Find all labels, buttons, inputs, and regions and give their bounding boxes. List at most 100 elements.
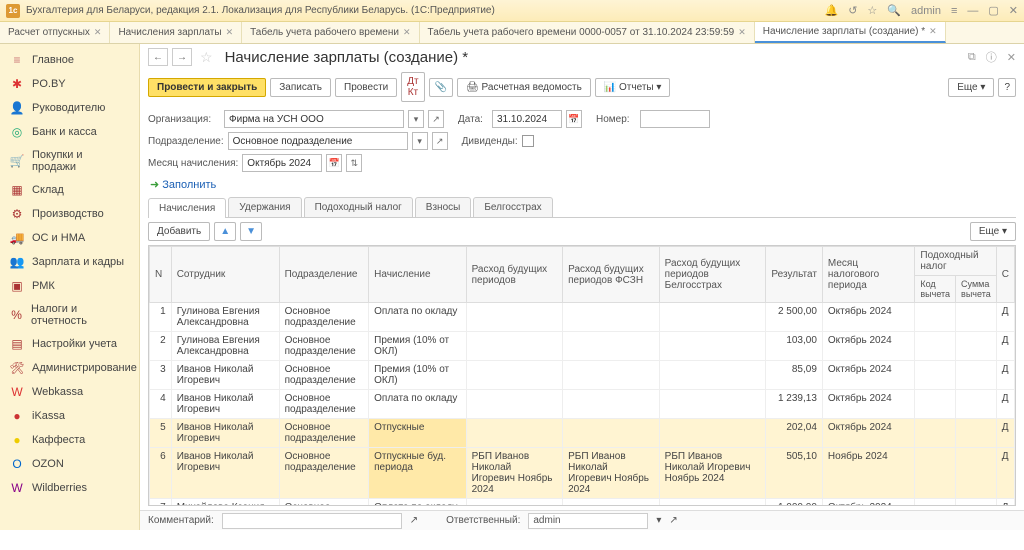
resp-field[interactable]: admin [528,513,648,529]
sidebar-item-11[interactable]: ▤Настройки учета [0,332,139,356]
reports-button[interactable]: 📊 Отчеты ▾ [595,78,671,97]
table-row[interactable]: 1Гулинова Евгения АлександровнаОсновное … [150,303,1015,332]
sidebar-item-14[interactable]: ●iKassa [0,404,139,428]
sidebar-item-3[interactable]: ◎Банк и касса [0,120,139,144]
subtab-1[interactable]: Удержания [228,197,301,217]
more-button[interactable]: Еще ▾ [948,78,994,97]
table-row[interactable]: 3Иванов Николай ИгоревичОсновное подразд… [150,361,1015,390]
star-icon[interactable]: ☆ [867,4,877,17]
dept-field[interactable]: Основное подразделение [228,132,408,150]
post-button[interactable]: Провести [335,78,397,97]
sidebar-item-17[interactable]: WWildberries [0,476,139,500]
col-fut-bgs[interactable]: Расход будущих периодов Белгосстрах [659,247,766,303]
dt-kt-button[interactable]: ДтКт [401,72,424,102]
accruals-table-wrap[interactable]: N Сотрудник Подразделение Начисление Рас… [148,245,1016,506]
form-help-button[interactable]: ? [998,78,1016,97]
col-tax-code[interactable]: Код вычета [915,276,956,303]
sidebar-item-9[interactable]: ▣РМК [0,274,139,298]
sidebar-item-6[interactable]: ⚙Производство [0,202,139,226]
col-accrual[interactable]: Начисление [369,247,466,303]
help-icon[interactable]: ⓘ [986,49,997,65]
subtab-3[interactable]: Взносы [415,197,472,217]
sidebar-item-5[interactable]: ▦Склад [0,178,139,202]
resp-dropdown-icon[interactable]: ▾ [656,515,661,526]
forward-button[interactable]: → [172,48,192,66]
table-more-button[interactable]: Еще ▾ [970,222,1016,241]
sidebar-item-8[interactable]: 👥Зарплата и кадры [0,250,139,274]
favorite-star-icon[interactable]: ☆ [200,49,213,66]
org-open-icon[interactable]: ↗ [428,110,444,128]
org-field[interactable]: Фирма на УСН ООО [224,110,404,128]
write-button[interactable]: Записать [270,78,331,97]
sidebar-item-0[interactable]: ≡Главное [0,48,139,72]
close-form-icon[interactable]: ✕ [1007,51,1016,64]
number-field[interactable] [640,110,710,128]
settings-icon[interactable]: ≡ [951,5,957,17]
post-close-button[interactable]: Провести и закрыть [148,78,266,97]
fill-link[interactable]: Заполнить [150,179,216,191]
history-icon[interactable]: ↺ [848,4,857,17]
col-tax[interactable]: Подоходный налог [915,247,996,276]
back-button[interactable]: ← [148,48,168,66]
date-field[interactable]: 31.10.2024 [492,110,562,128]
org-dropdown-icon[interactable]: ▾ [408,110,424,128]
col-n[interactable]: N [150,247,172,303]
table-row[interactable]: 6Иванов Николай ИгоревичОсновное подразд… [150,448,1015,499]
table-row[interactable]: 5Иванов Николай ИгоревичОсновное подразд… [150,419,1015,448]
add-row-button[interactable]: Добавить [148,222,210,241]
col-tax-month[interactable]: Месяц налогового периода [822,247,914,303]
subtab-4[interactable]: Белгосстрах [473,197,552,217]
col-dept[interactable]: Подразделение [279,247,369,303]
comment-field[interactable] [222,513,402,529]
date-picker-icon[interactable]: 📅 [566,110,582,128]
sidebar-item-4[interactable]: 🛒Покупки и продажи [0,144,139,178]
month-picker-icon[interactable]: 📅 [326,154,342,172]
move-up-button[interactable]: ▲ [214,222,236,241]
doc-tab-2[interactable]: Табель учета рабочего времени✕ [242,22,419,43]
col-result[interactable]: Результат [766,247,822,303]
user-label[interactable]: admin [911,5,941,17]
sidebar-item-10[interactable]: %Налоги и отчетность [0,298,139,332]
tab-close-icon[interactable]: ✕ [226,27,234,38]
detach-icon[interactable]: ⧉ [968,51,976,64]
col-fut-fszn[interactable]: Расход будущих периодов ФСЗН [563,247,660,303]
close-icon[interactable]: ✕ [1009,4,1018,17]
sidebar-item-15[interactable]: ●Каффеста [0,428,139,452]
move-down-button[interactable]: ▼ [240,222,262,241]
tab-close-icon[interactable]: ✕ [94,27,102,38]
sidebar-item-2[interactable]: 👤Руководителю [0,96,139,120]
dividends-checkbox[interactable] [522,135,534,147]
doc-tab-0[interactable]: Расчет отпускных✕ [0,22,110,43]
resp-open-icon[interactable]: ↗ [669,515,677,526]
minimize-icon[interactable]: — [967,5,978,17]
tab-close-icon[interactable]: ✕ [929,26,937,37]
col-employee[interactable]: Сотрудник [171,247,279,303]
table-row[interactable]: 7Михайлова Ксения РомановнаОсновное подр… [150,499,1015,507]
maximize-icon[interactable]: ▢ [988,4,998,17]
sidebar-item-1[interactable]: ✱PO.BY [0,72,139,96]
sidebar-item-7[interactable]: 🚚ОС и НМА [0,226,139,250]
table-row[interactable]: 4Иванов Николай ИгоревичОсновное подразд… [150,390,1015,419]
sidebar-item-16[interactable]: OOZON [0,452,139,476]
subtab-0[interactable]: Начисления [148,198,226,218]
doc-tab-4[interactable]: Начисление зарплаты (создание) *✕ [755,22,946,43]
doc-tab-1[interactable]: Начисления зарплаты✕ [110,22,242,43]
comment-open-icon[interactable]: ↗ [410,515,418,526]
attach-button[interactable]: 📎 [429,78,453,97]
calc-sheet-button[interactable]: 🖨 Расчетная ведомость [457,78,591,97]
search-icon[interactable]: 🔍 [887,4,901,17]
subtab-2[interactable]: Подоходный налог [304,197,413,217]
tab-close-icon[interactable]: ✕ [738,27,746,38]
col-tax-sum[interactable]: Сумма вычета [956,276,997,303]
sidebar-item-12[interactable]: 🛠Администрирование [0,356,139,380]
dept-dropdown-icon[interactable]: ▾ [412,132,428,150]
table-row[interactable]: 2Гулинова Евгения АлександровнаОсновное … [150,332,1015,361]
col-fut[interactable]: Расход будущих периодов [466,247,563,303]
col-s[interactable]: С [996,247,1014,303]
dept-open-icon[interactable]: ↗ [432,132,448,150]
tab-close-icon[interactable]: ✕ [403,27,411,38]
month-step-icon[interactable]: ⇅ [346,154,362,172]
doc-tab-3[interactable]: Табель учета рабочего времени 0000-0057 … [420,22,755,43]
sidebar-item-13[interactable]: WWebkassa [0,380,139,404]
bell-icon[interactable]: 🔔 [824,4,838,17]
